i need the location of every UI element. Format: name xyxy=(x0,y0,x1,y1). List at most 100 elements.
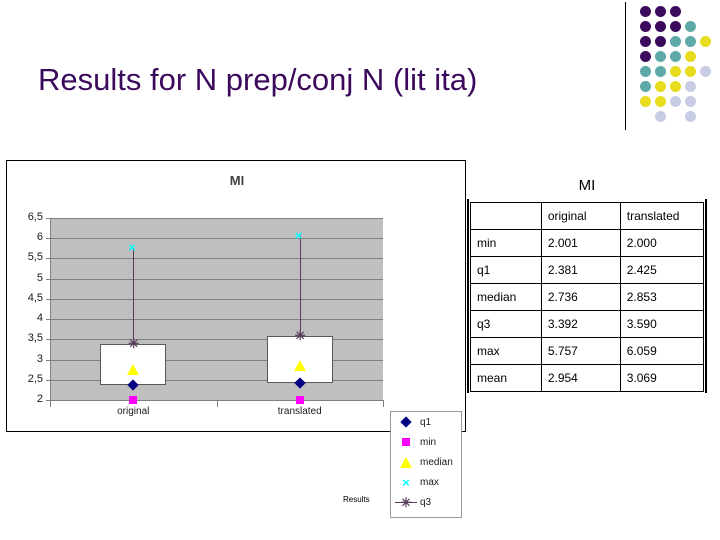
decoration-dot xyxy=(655,21,666,32)
y-axis-tick-mark xyxy=(46,238,50,240)
x-axis-tick-mark xyxy=(216,400,218,407)
table-cell-value: 6.059 xyxy=(619,337,705,365)
y-axis-tick-label: 6 xyxy=(36,231,43,244)
decoration-dot xyxy=(685,66,696,77)
chart-gridline xyxy=(51,339,383,341)
decoration-dot xyxy=(670,6,681,17)
table-column-header: translated xyxy=(619,202,705,230)
decoration-dot xyxy=(655,96,666,107)
x-axis-tick-mark xyxy=(383,400,384,407)
table-row-label: median xyxy=(470,283,542,311)
x-axis-category-label: translated xyxy=(277,406,322,417)
table-row: min 2.001 2.000 xyxy=(470,229,705,257)
decoration-dot xyxy=(685,51,696,62)
table-row-label: mean xyxy=(470,364,542,392)
y-axis-tick-label: 5,5 xyxy=(27,251,43,264)
decoration-dot xyxy=(655,111,666,122)
table-header: original translated xyxy=(470,202,705,230)
title-divider xyxy=(625,2,626,130)
table-cell-value: 2.001 xyxy=(540,229,621,257)
legend-item-label: q1 xyxy=(420,416,432,428)
y-axis-tick-mark xyxy=(46,278,50,280)
y-axis-tick-mark xyxy=(46,258,50,260)
decoration-dot xyxy=(640,66,651,77)
table-row-label: max xyxy=(470,337,542,365)
chart-gridline xyxy=(51,319,383,321)
table-column-header: original xyxy=(540,202,621,230)
chart-title: MI xyxy=(229,173,245,188)
boxplot-whisker xyxy=(299,235,301,336)
page-title: Results for N prep/conj N (lit ita) xyxy=(38,62,478,97)
footer-note: Results xyxy=(343,495,370,504)
decoration-dot xyxy=(670,66,681,77)
star-marker-icon: ✳ xyxy=(395,495,417,509)
boxplot-whisker xyxy=(133,248,135,344)
decoration-dot xyxy=(670,96,681,107)
chart-gridline xyxy=(51,258,383,260)
legend-item-label: max xyxy=(420,476,439,488)
table-header-row: original translated xyxy=(470,202,705,230)
chart-data-marker xyxy=(295,396,304,404)
statistics-table: original translated min 2.001 2.000 q1 2.381 2… xyxy=(470,202,705,392)
dot-grid-decoration xyxy=(640,6,714,126)
x-axis-category-label: original xyxy=(117,406,150,417)
decoration-dot xyxy=(685,111,696,122)
y-axis-tick-mark xyxy=(46,218,50,219)
legend-item-q1[interactable]: q1 xyxy=(391,412,461,432)
table-row-label: q1 xyxy=(470,256,542,284)
table-row: q3 3.392 3.590 xyxy=(470,310,705,338)
legend-item-min[interactable]: min xyxy=(391,432,461,452)
chart-gridline xyxy=(51,278,383,280)
table-row: q1 2.381 2.425 xyxy=(470,256,705,284)
chart-container: MI 2 2,5 3 3,5 4 4,5 5 5,5 6 6,5 original translate… xyxy=(6,160,466,518)
table-cell-value: 3.590 xyxy=(619,310,705,338)
y-axis-tick-label: 4 xyxy=(36,312,43,325)
y-axis-tick-label: 3 xyxy=(36,352,43,365)
y-axis-tick-mark xyxy=(46,379,50,381)
decoration-dot xyxy=(700,36,711,47)
y-axis-tick-label: 2,5 xyxy=(27,372,43,385)
legend-item-label: q3 xyxy=(420,496,432,508)
y-axis-tick-label: 2 xyxy=(36,393,43,405)
chart-legend: q1 min median × max ✳ q3 xyxy=(390,411,462,518)
y-axis-tick-label: 5 xyxy=(36,271,43,284)
chart-data-marker: × xyxy=(128,240,136,256)
decoration-dot xyxy=(655,81,666,92)
table-row: max 5.757 6.059 xyxy=(470,337,705,365)
y-axis-tick-mark xyxy=(46,298,50,300)
table-cell-value: 3.392 xyxy=(540,310,621,338)
y-axis-tick-mark xyxy=(46,339,50,341)
chart-gridline xyxy=(51,238,383,240)
table-row: mean 2.954 3.069 xyxy=(470,364,705,392)
decoration-dot xyxy=(655,6,666,17)
chart-data-marker xyxy=(127,364,140,376)
decoration-dot xyxy=(685,21,696,32)
legend-item-max[interactable]: × max xyxy=(391,472,461,492)
triangle-marker-icon xyxy=(395,455,417,469)
square-marker-icon xyxy=(395,435,417,449)
table-cell-value: 3.069 xyxy=(619,364,705,392)
y-axis-tick-mark xyxy=(46,359,50,361)
table-body: min 2.001 2.000 q1 2.381 2.425 median 2.736 2.85… xyxy=(470,229,705,392)
table-row: median 2.736 2.853 xyxy=(470,283,705,311)
table-row-label: q3 xyxy=(470,310,542,338)
y-axis-tick-mark xyxy=(46,319,50,321)
decoration-dot xyxy=(640,81,651,92)
decoration-dot xyxy=(655,36,666,47)
y-axis-tick-label: 3,5 xyxy=(27,332,43,345)
table-cell-value: 2.425 xyxy=(619,256,705,284)
legend-item-median[interactable]: median xyxy=(391,452,461,472)
diamond-marker-icon xyxy=(395,415,417,429)
decoration-dot xyxy=(670,51,681,62)
table-cell-value: 2.853 xyxy=(619,283,705,311)
decoration-dot xyxy=(685,36,696,47)
table-cell-value: 2.736 xyxy=(540,283,621,311)
table-cell-value: 2.954 xyxy=(540,364,621,392)
table-cell-value: 2.381 xyxy=(540,256,621,284)
y-axis-tick-label: 4,5 xyxy=(27,291,43,304)
legend-item-q3[interactable]: ✳ q3 xyxy=(391,492,461,512)
decoration-dot xyxy=(640,36,651,47)
decoration-dot xyxy=(640,51,651,62)
decoration-dot xyxy=(640,96,651,107)
x-axis-tick-mark xyxy=(50,400,51,407)
